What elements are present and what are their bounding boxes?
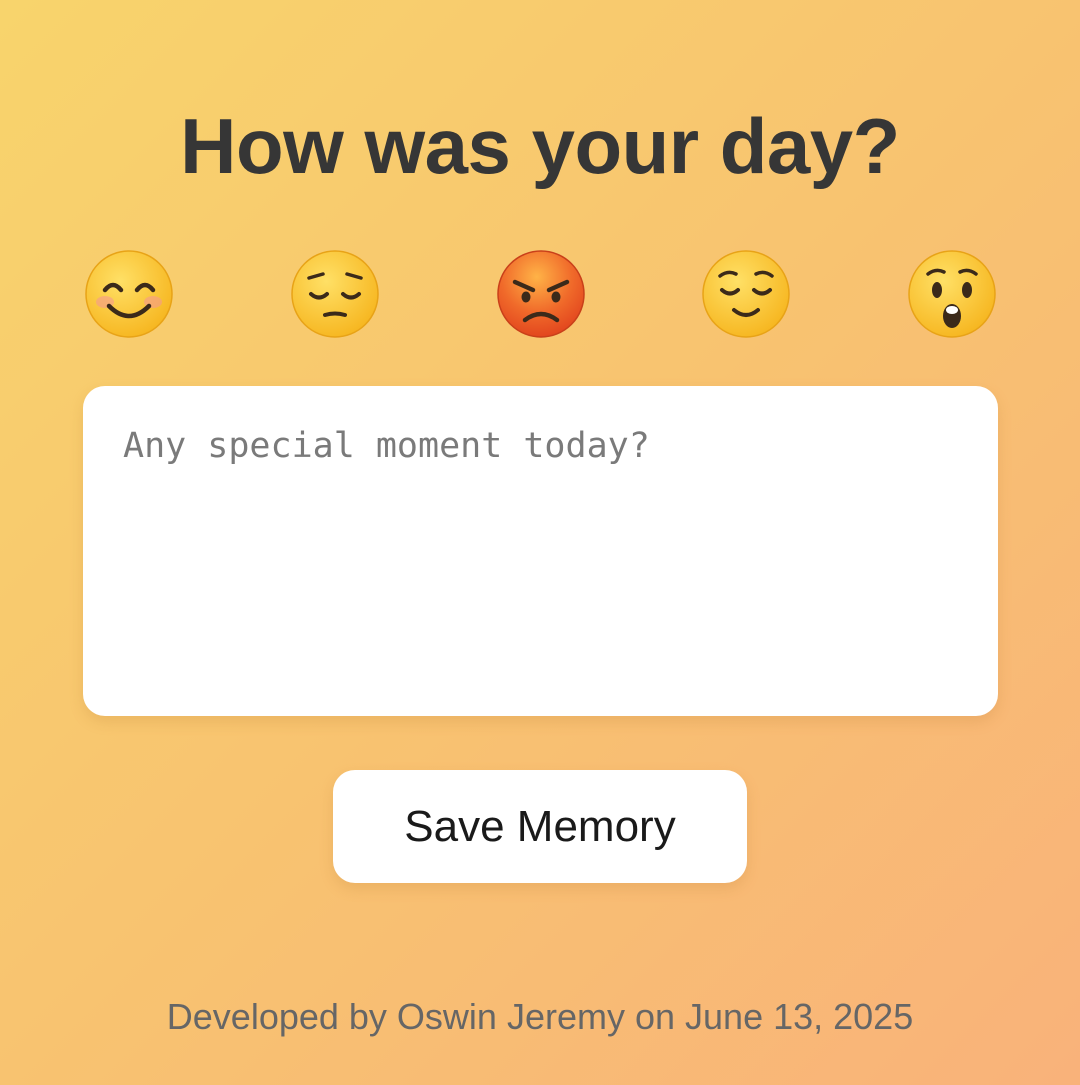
relieved-face-icon (702, 250, 790, 338)
mood-option-angry[interactable] (495, 248, 587, 340)
smiling-face-with-smiling-eyes-icon (85, 250, 173, 338)
mood-option-sad[interactable] (289, 248, 381, 340)
footer-credit: Developed by Oswin Jeremy on June 13, 20… (166, 996, 914, 1037)
astonished-face-icon (908, 250, 996, 338)
mood-picker (83, 248, 998, 340)
angry-face-icon (496, 250, 585, 338)
mood-option-calm[interactable] (700, 248, 792, 340)
mood-option-happy[interactable] (83, 248, 175, 340)
save-memory-button[interactable]: Save Memory (333, 770, 747, 883)
memory-card (83, 386, 998, 716)
memory-input[interactable] (83, 386, 998, 716)
mood-option-surprised[interactable] (906, 248, 998, 340)
pensive-face-icon (291, 250, 379, 338)
page-title: How was your day? (180, 102, 900, 190)
